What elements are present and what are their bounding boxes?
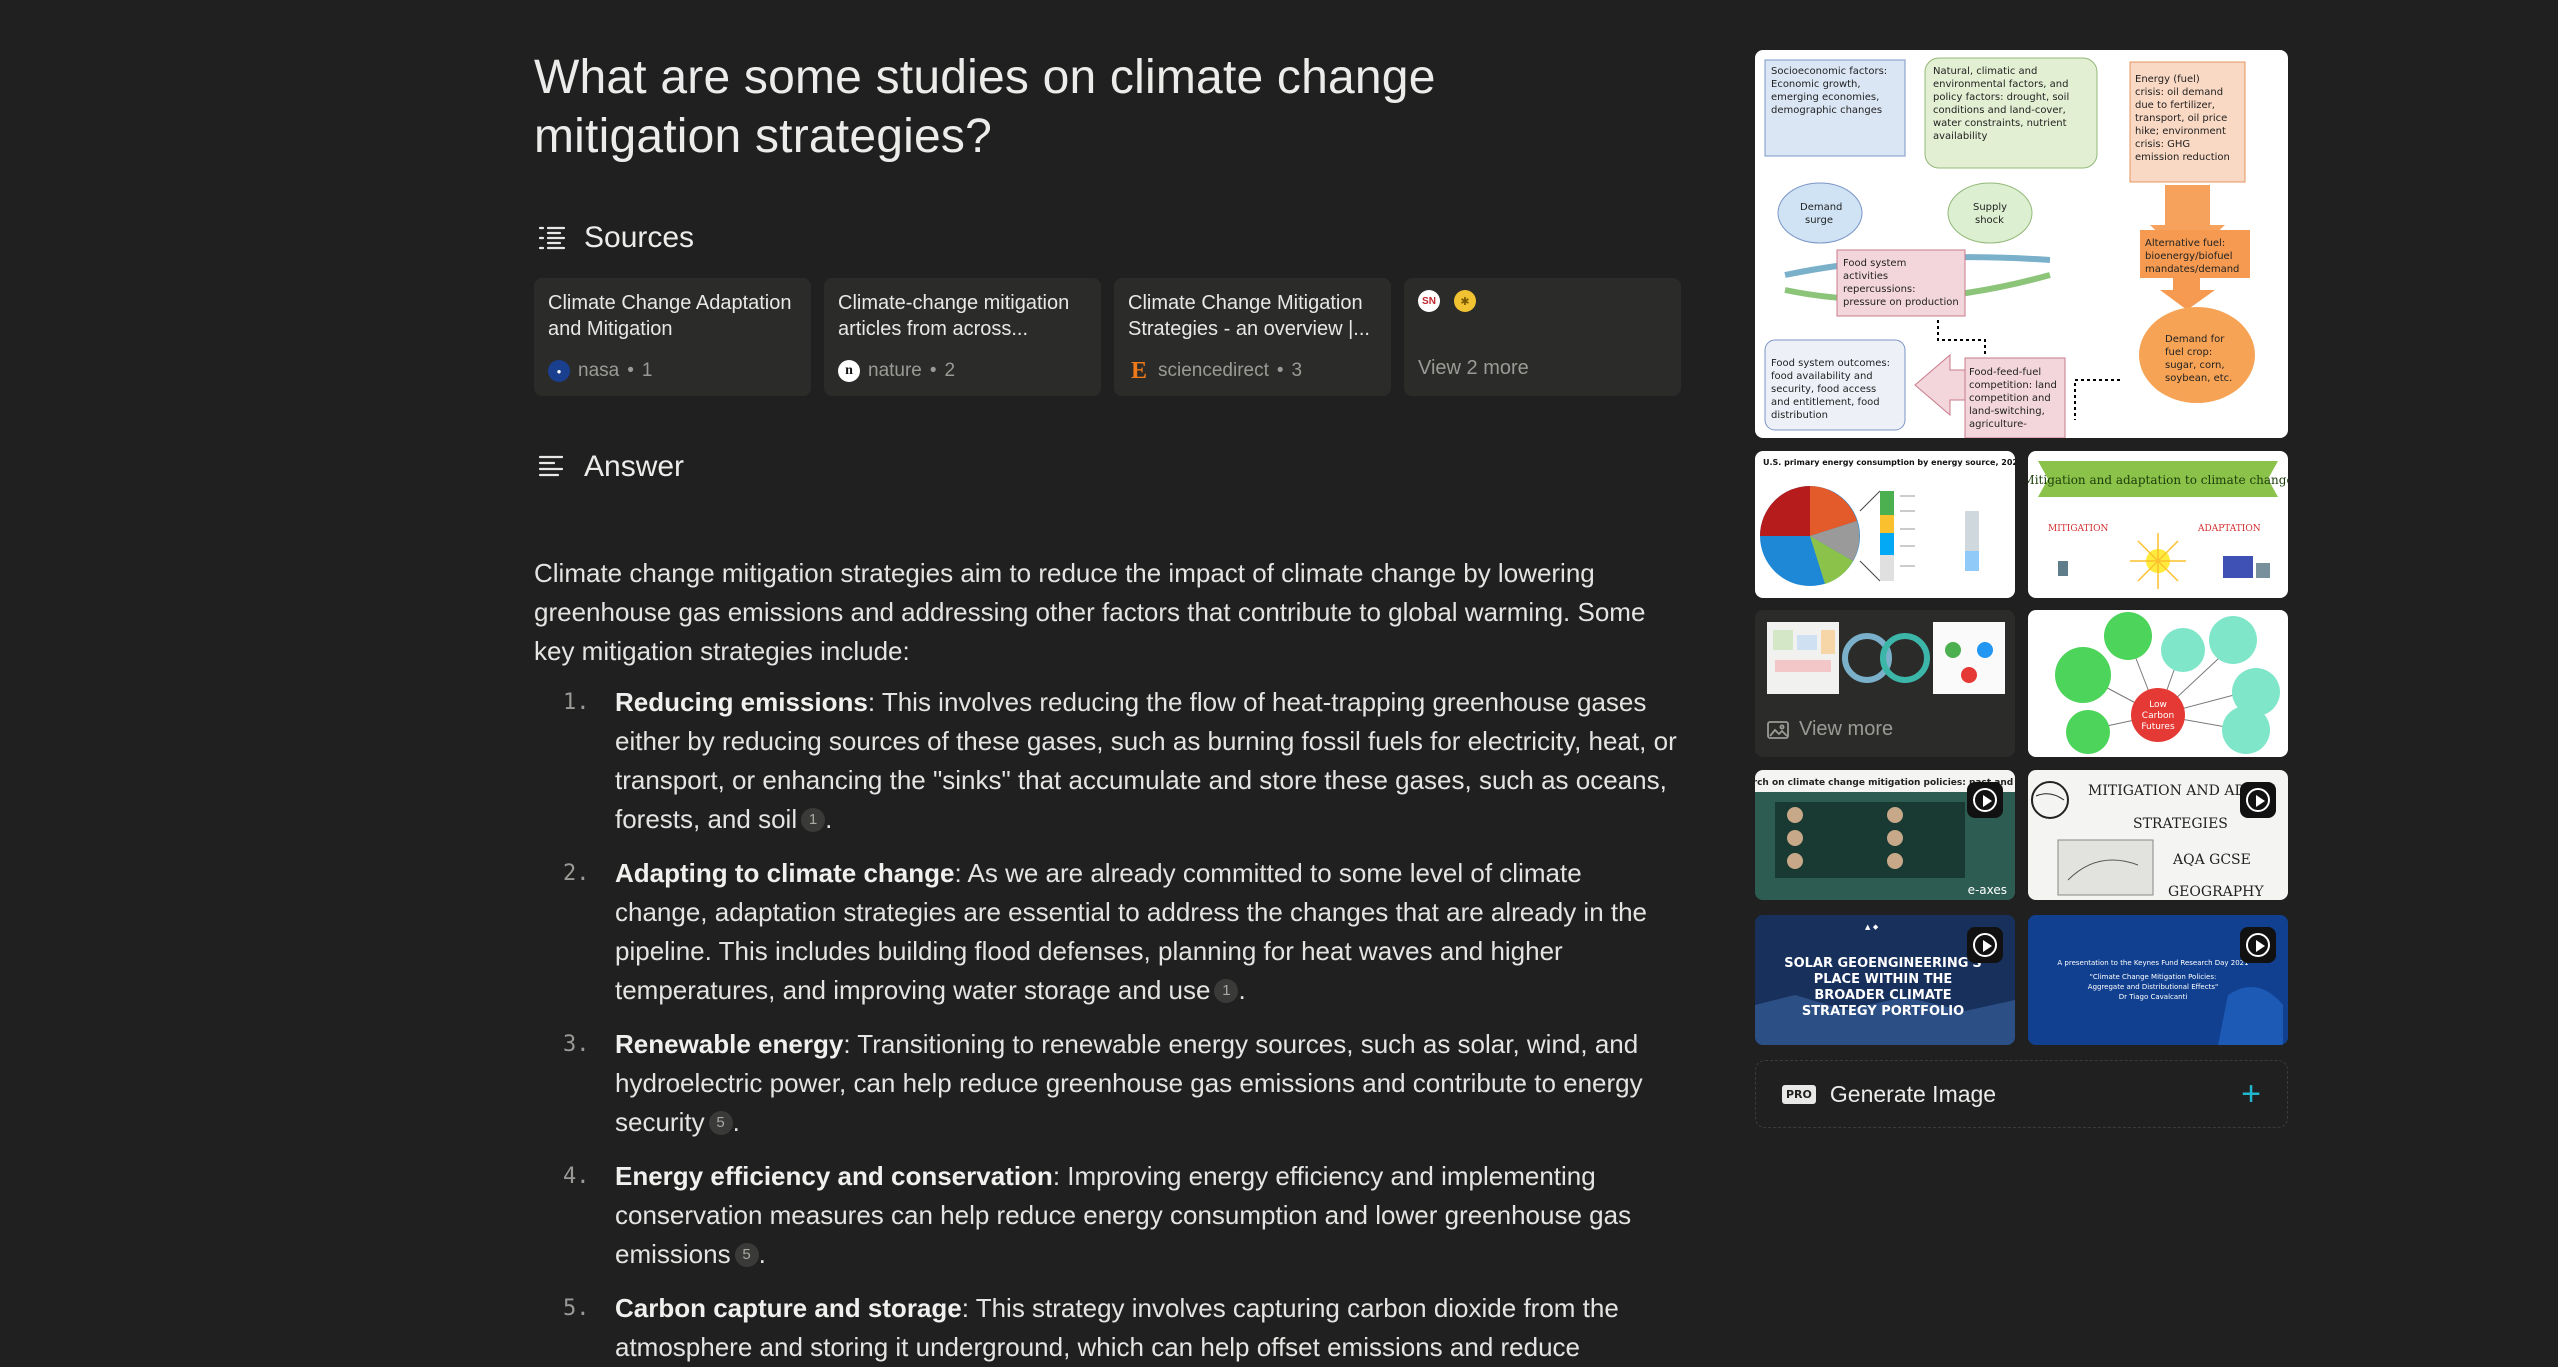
mitigation-label: MITIGATION	[2048, 524, 2108, 534]
item-number: 5.	[563, 1296, 590, 1321]
image-icon	[1767, 720, 1789, 739]
play-icon	[2240, 782, 2276, 818]
play-icon	[1967, 782, 2003, 818]
nasa-logo-icon: ●	[548, 360, 570, 382]
source-site: nature	[868, 360, 922, 381]
citation-badge[interactable]: 1	[801, 808, 826, 832]
answer-intro: Climate change mitigation strategies aim…	[534, 558, 1646, 666]
adaptation-label: ADAPTATION	[2197, 524, 2261, 534]
mitigation-banner: Mitigation and adaptation to climate cha…	[2028, 473, 2288, 487]
svg-text:▲ ◆: ▲ ◆	[1865, 923, 1879, 931]
citation-badge[interactable]: 5	[708, 1111, 733, 1135]
source-index: 2	[944, 360, 956, 381]
source-card[interactable]: Climate Change Mitigation Strategies - a…	[1114, 278, 1391, 396]
site-logo-icon: ✱	[1454, 290, 1476, 312]
mitigation-adaptation-image[interactable]: Mitigation and adaptation to climate cha…	[2028, 451, 2288, 598]
item-number: 4.	[563, 1164, 590, 1189]
video-thumbnail[interactable]: "Research on climate change mitigation p…	[1755, 770, 2015, 900]
video-thumbnail[interactable]: MITIGATION AND ADAPT STRATEGIES AQA GCSE GE…	[2028, 770, 2288, 900]
source-title: Climate Change Mitigation Strategies - a…	[1128, 292, 1370, 340]
plus-icon: +	[2241, 1075, 2261, 1113]
list-item: 2. Adapting to climate change: As we are…	[534, 854, 1678, 1010]
item-number: 1.	[563, 690, 590, 715]
citation-badge[interactable]: 5	[734, 1243, 759, 1267]
video-brand: e-axes	[1968, 883, 2007, 897]
play-icon	[1967, 927, 2003, 963]
more-sources-icons: SN ✱	[1418, 290, 1667, 312]
answer-list: 1. Reducing emissions: This involves red…	[534, 683, 1678, 1367]
item-title: Reducing emissions	[615, 687, 868, 717]
view-more-sources-label: View 2 more	[1418, 357, 1529, 379]
source-meta: n nature • 2	[838, 360, 955, 382]
nature-logo-icon: n	[838, 360, 860, 382]
springer-nature-logo-icon: SN	[1418, 290, 1440, 312]
elsevier-logo-icon: E	[1130, 357, 1147, 384]
view-more-sources-card[interactable]: SN ✱ View 2 more	[1404, 278, 1681, 396]
source-site: sciencedirect	[1158, 360, 1269, 381]
item-title: Carbon capture and storage	[615, 1293, 962, 1323]
answer-icon	[536, 451, 568, 483]
sources-header: Sources	[536, 221, 694, 255]
list-item: 4. Energy efficiency and conservation: I…	[534, 1157, 1678, 1274]
generate-image-button[interactable]: PRO Generate Image +	[1755, 1060, 2288, 1128]
item-number: 2.	[563, 861, 590, 886]
source-card[interactable]: Climate Change Adaptation and Mitigation…	[534, 278, 811, 396]
answer-header: Answer	[536, 450, 684, 484]
item-title: Renewable energy	[615, 1029, 844, 1059]
answer-body: Climate change mitigation strategies aim…	[534, 554, 1678, 1367]
sources-heading: Sources	[584, 221, 695, 254]
source-card[interactable]: Climate-change mitigation articles from …	[824, 278, 1101, 396]
answer-thread: What are some studies on climate change …	[534, 48, 1681, 1362]
item-title: Adapting to climate change	[615, 858, 955, 888]
sources-list: Climate Change Adaptation and Mitigation…	[534, 278, 1681, 396]
source-index: 1	[641, 360, 653, 381]
item-number: 3.	[563, 1032, 590, 1057]
sources-icon	[536, 222, 568, 254]
source-meta: ● nasa • 1	[548, 360, 652, 382]
view-more-label: View more	[1767, 718, 1893, 741]
video-thumbnail[interactable]: ▲ ◆ SOLAR GEOENGINEERING'S PLACE WITHIN T…	[1755, 915, 2015, 1045]
low-carbon-futures-image[interactable]: Low Carbon Futures	[2028, 610, 2288, 757]
source-index: 3	[1291, 360, 1303, 381]
video-thumbnail[interactable]: A presentation to the Keynes Fund Resear…	[2028, 915, 2288, 1045]
source-title: Climate Change Adaptation and Mitigation	[548, 292, 792, 340]
source-site: nasa	[578, 360, 620, 381]
generate-image-label: Generate Image	[1829, 1080, 1997, 1107]
list-item: 3. Renewable energy: Transitioning to re…	[534, 1025, 1678, 1142]
play-icon	[2240, 927, 2276, 963]
source-meta: E sciencedirect • 3	[1128, 357, 1303, 384]
item-title: Energy efficiency and conservation	[615, 1161, 1053, 1191]
energy-chart-image[interactable]: U.S. primary energy consumption by energ…	[1755, 451, 2015, 598]
view-more-images[interactable]: View more	[1755, 610, 2015, 757]
source-title: Climate-change mitigation articles from …	[838, 292, 1070, 340]
query-title: What are some studies on climate change …	[534, 51, 1436, 163]
citation-badge[interactable]: 1	[1214, 979, 1239, 1003]
diagram-image[interactable]: Socioeconomic factors: Economic growth, em…	[1755, 50, 2288, 438]
chart-thumb-title: U.S. primary energy consumption by energ…	[1763, 458, 2015, 467]
list-item: 1. Reducing emissions: This involves red…	[534, 683, 1678, 839]
answer-heading: Answer	[584, 450, 685, 483]
pro-badge: PRO	[1782, 1084, 1816, 1104]
list-item: 5. Carbon capture and storage: This stra…	[534, 1289, 1678, 1367]
